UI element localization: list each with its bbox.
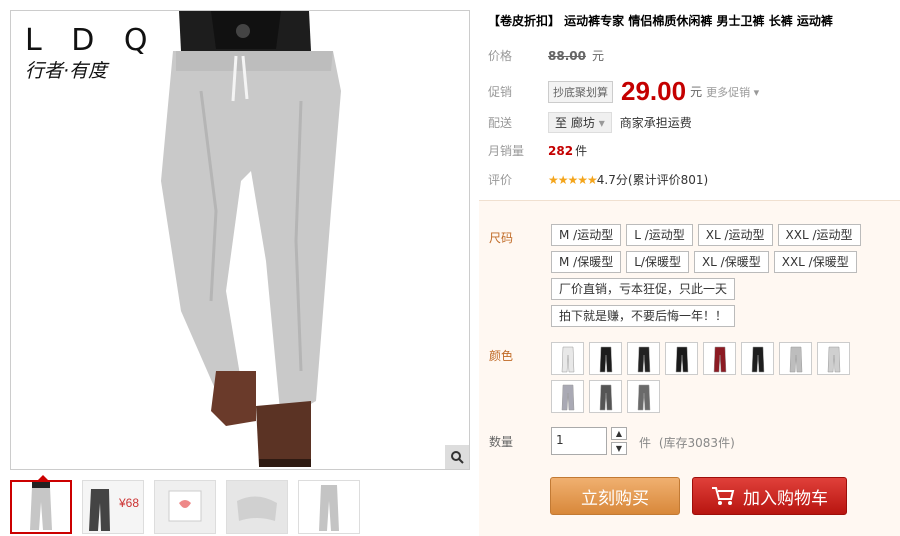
sales-unit: 件 [575,144,588,158]
brand-logo: L D Q 行者·有度 [25,23,158,83]
destination-value: 廊坊 [570,116,595,130]
color-label: 颜色 [489,349,514,363]
stock-count: (库存3083件) [658,436,735,450]
original-price: 88.00 [548,48,586,63]
thumbnail-2[interactable]: ¥68 [82,480,144,534]
brand-name: L D Q [25,23,158,58]
magnifier-icon[interactable] [445,445,469,469]
size-option[interactable]: 拍下就是赚，不要后悔一年！！ [551,305,736,327]
size-option[interactable]: XXL /保暖型 [773,251,857,273]
product-info: 【卷皮折扣】 运动裤专家 情侣棉质休闲裤 男士卫裤 长裤 运动裤 [488,12,898,29]
ship-row: 配送 至 廊坊 ▾ 商家承担运费 [488,112,692,133]
color-swatch[interactable] [627,380,660,413]
size-option[interactable]: XXL /运动型 [777,224,861,246]
promo-row: 促销 抄底聚划算 29.00 元 更多促销 ▾ [488,76,759,107]
more-promo-link[interactable]: 更多促销 ▾ [706,84,759,100]
chevron-down-icon: ▾ [750,85,760,99]
size-option[interactable]: M /保暖型 [551,251,622,273]
chevron-down-icon: ▾ [598,116,605,130]
brand-slogan: 行者·有度 [25,60,108,82]
color-swatch[interactable] [779,342,812,375]
add-to-cart-button[interactable]: 加入购物车 [692,477,847,515]
color-swatch[interactable] [627,342,660,375]
rating-text[interactable]: 4.7分(累计评价801) [597,171,708,188]
size-option[interactable]: XL /保暖型 [693,251,769,273]
sku-options-panel: 尺码 M /运动型 L /运动型 XL /运动型 XXL /运动型 M /保暖型 L/保暖… [479,200,900,536]
color-swatch[interactable] [703,342,736,375]
color-options [551,342,881,418]
color-swatch[interactable] [741,342,774,375]
decrease-icon[interactable]: ▼ [611,442,627,455]
quantity-unit: 件 [639,436,652,450]
quantity-input[interactable]: 1 [551,427,607,455]
size-option[interactable]: M /运动型 [551,224,622,246]
stock-info: 件 (库存3083件) [639,434,735,451]
color-swatch[interactable] [551,342,584,375]
size-options: M /运动型 L /运动型 XL /运动型 XXL /运动型 M /保暖型 L/保暖型 XL… [551,224,891,332]
sales-count: 282 [548,143,574,158]
price-label: 价格 [488,49,513,63]
rating-row: 评价 ★★★★★ 4.7分(累计评价801) [488,171,708,188]
add-to-cart-label: 加入购物车 [743,488,828,509]
color-swatch[interactable] [665,342,698,375]
quantity-label: 数量 [489,435,514,449]
color-swatch[interactable] [589,380,622,413]
color-swatch[interactable] [589,342,622,375]
destination-prefix: 至 [555,116,568,130]
sales-label: 月销量 [488,144,525,158]
promo-tag[interactable]: 抄底聚划算 [548,80,613,103]
thumbnail-4[interactable] [226,480,288,534]
size-option[interactable]: XL /运动型 [697,224,773,246]
color-swatch[interactable] [551,380,584,413]
product-title: 【卷皮折扣】 运动裤专家 情侣棉质休闲裤 男士卫裤 长裤 运动裤 [488,14,833,28]
sales-row: 月销量 282 件 [488,142,587,159]
star-rating-icon: ★★★★★ [548,172,598,187]
price-row: 价格 88.00 元 [488,47,604,64]
size-option[interactable]: L/保暖型 [626,251,689,273]
sale-price: 29.00 [621,76,687,106]
destination-select[interactable]: 至 廊坊 ▾ [548,112,612,133]
color-swatch[interactable] [817,342,850,375]
rating-label: 评价 [488,173,513,187]
ship-note: 商家承担运费 [619,116,692,130]
size-option[interactable]: L /运动型 [626,224,693,246]
thumbnail-5[interactable] [298,480,360,534]
promo-label: 促销 [488,85,513,99]
main-product-image[interactable]: L D Q 行者·有度 [10,10,470,470]
buy-now-button[interactable]: 立刻购买 [550,477,680,515]
size-option[interactable]: 厂价直销，亏本狂促，只此一天 [551,278,736,300]
increase-icon[interactable]: ▲ [611,427,627,440]
svg-text:¥68: ¥68 [118,496,139,510]
price-unit: 元 [591,49,604,63]
thumbnail-strip: ¥68 [10,475,370,534]
ship-label: 配送 [488,116,513,130]
thumbnail-1[interactable] [10,475,72,534]
size-label: 尺码 [489,231,514,245]
thumbnail-3[interactable] [154,480,216,534]
sale-unit: 元 [690,85,703,99]
more-promo-text: 更多促销 [706,85,751,99]
shopping-cart-icon [712,487,735,505]
